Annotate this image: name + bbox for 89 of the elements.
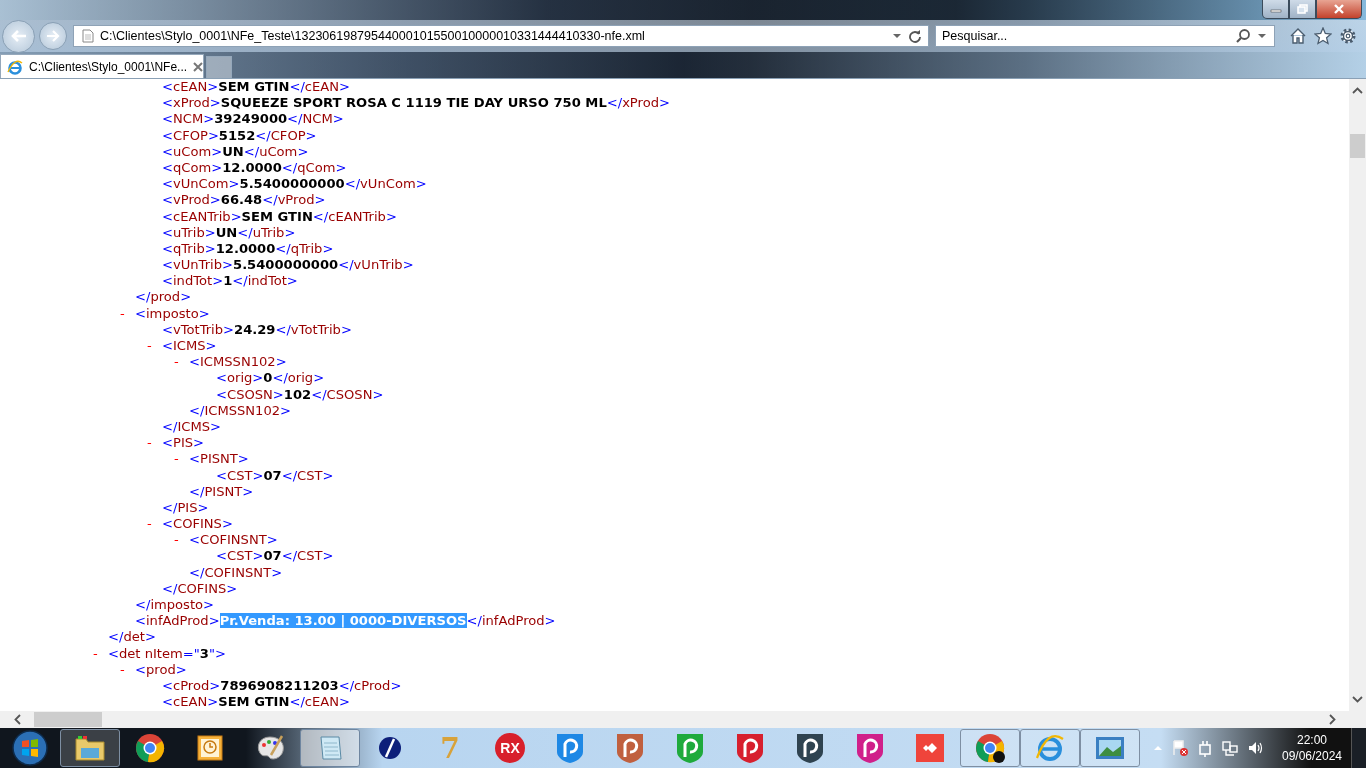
taskbar-button[interactable] (960, 729, 1020, 767)
xml-line: </ICMSSN102> (189, 402, 292, 419)
collapse-toggle[interactable]: - (120, 305, 135, 322)
restore-icon (1296, 4, 1309, 14)
back-arrow-icon (9, 29, 28, 43)
landscape-icon (1093, 734, 1127, 762)
xml-line: <COFINSNT> (189, 532, 278, 549)
xml-line: </ICMS> (162, 418, 221, 436)
browser-tab[interactable]: C:\Clientes\Stylo_0001\NFe... (0, 54, 204, 78)
xml-line: <uCom>UN</uCom> (162, 143, 309, 160)
start-orb-icon (11, 729, 49, 767)
xml-line: <cEANTrib>SEM GTIN</cEANTrib> (162, 208, 397, 225)
refresh-icon[interactable] (908, 29, 922, 43)
network-icon[interactable] (1221, 739, 1239, 757)
xml-line: <cProd>7896908211203</cProd> (162, 677, 402, 695)
taskbar-button[interactable]: RX (480, 729, 540, 767)
color-wheel-icon (134, 732, 166, 764)
slash-circle-icon (376, 734, 404, 762)
xml-line: <prod> (135, 661, 187, 678)
vertical-scrollbar[interactable] (1349, 79, 1366, 711)
collapse-toggle[interactable]: - (147, 338, 162, 355)
page-icon (82, 29, 94, 43)
xml-line: <PIS> (162, 435, 205, 452)
xml-line: </PIS> (162, 499, 209, 517)
home-icon[interactable] (1289, 27, 1307, 45)
caret-icon[interactable] (1257, 33, 1267, 39)
close-button[interactable] (1316, 0, 1362, 19)
collapse-toggle[interactable]: - (147, 435, 162, 452)
e-logo-icon (7, 58, 23, 75)
xml-line: <qCom>12.0000</qCom> (162, 159, 347, 177)
xml-line: <ICMSSN102> (189, 354, 287, 371)
xml-line: </det> (108, 629, 156, 646)
settings-icon[interactable] (1339, 27, 1357, 45)
xml-line: <indTot>1</indTot> (162, 273, 298, 290)
xml-line: <xProd>SQUEEZE SPORT ROSA C 1119 TIE DAY URSO 750 ML</xProd> (162, 95, 670, 112)
xml-line: <det nItem="3"> (108, 645, 226, 662)
scroll-thumb[interactable] (1350, 134, 1365, 158)
xml-line: <CSOSN>102</CSOSN> (216, 386, 384, 403)
xml-line: <PISNT> (189, 451, 249, 468)
xml-line: </prod> (135, 289, 192, 306)
calendar-clock-icon (195, 733, 225, 763)
xml-line: <orig>0</orig> (216, 370, 325, 387)
collapse-toggle[interactable]: - (120, 661, 135, 678)
clock[interactable]: 22:00 09/06/2024 (1281, 732, 1343, 764)
star-icon[interactable] (1314, 27, 1332, 45)
restore-button[interactable] (1289, 0, 1316, 19)
seven-logo: 7 (440, 731, 460, 765)
xml-line: <vUnTrib>5.5400000000</vUnTrib> (162, 257, 414, 274)
xml-line: </COFINS> (162, 580, 238, 597)
folder-icon (73, 733, 107, 763)
back-button[interactable] (2, 19, 35, 53)
color-wheel-icon (974, 732, 1006, 764)
close-icon[interactable] (193, 61, 204, 72)
caret-icon[interactable] (892, 33, 902, 39)
xml-line: <qTrib>12.0000</qTrib> (162, 240, 334, 258)
e-logo-icon (1034, 732, 1066, 764)
xml-line: <CST>07</CST> (216, 467, 334, 484)
xml-line: <uTrib>UN</uTrib> (162, 224, 296, 241)
taskbar-button[interactable] (60, 729, 120, 767)
plug-icon[interactable] (1197, 739, 1213, 757)
xml-line: <CFOP>5152</CFOP> (162, 127, 317, 144)
close-icon (1333, 4, 1345, 14)
xml-line: <vProd>66.48</vProd> (162, 192, 326, 209)
rx-logo: RX (495, 733, 525, 763)
collapse-toggle[interactable]: - (147, 516, 162, 533)
xml-line: </imposto> (135, 597, 215, 614)
xml-line: <cEAN>SEM GTIN</cEAN> (162, 694, 351, 711)
forward-arrow-icon (46, 30, 60, 42)
collapse-toggle[interactable]: - (174, 532, 189, 549)
xml-line: <vUnCom>5.5400000000</vUnCom> (162, 176, 427, 193)
xml-line: </COFINSNT> (189, 564, 283, 581)
xml-line: </PISNT> (189, 483, 254, 500)
collapse-toggle[interactable]: - (174, 354, 189, 371)
xml-line: <infAdProd>Pr.Venda: 13.00 | 0000-DIVERSOS</infAdProd> (135, 613, 556, 630)
minimize-button[interactable] (1262, 0, 1289, 19)
xml-line: <imposto> (135, 305, 210, 322)
xml-line: <CST>07</CST> (216, 548, 334, 565)
collapse-toggle[interactable]: - (174, 451, 189, 468)
xml-line: <cEAN>SEM GTIN</cEAN> (162, 79, 351, 96)
search-icon[interactable] (1235, 28, 1251, 44)
search-field[interactable]: Pesquisar... (935, 25, 1275, 47)
collapse-toggle[interactable]: - (93, 645, 108, 662)
xml-line: <NCM>39249000</NCM> (162, 111, 344, 128)
scroll-thumb[interactable] (34, 712, 102, 727)
flag-icon[interactable] (1171, 739, 1189, 757)
address-field[interactable]: C:\Clientes\Stylo_0001\NFe_Teste\13230619879544000101550010000010331444410330-nfe.xml (73, 25, 929, 47)
xml-line: <COFINS> (162, 516, 233, 533)
xml-line: <vTotTrib>24.29</vTotTrib> (162, 321, 352, 338)
xml-line: <ICMS> (162, 338, 217, 355)
